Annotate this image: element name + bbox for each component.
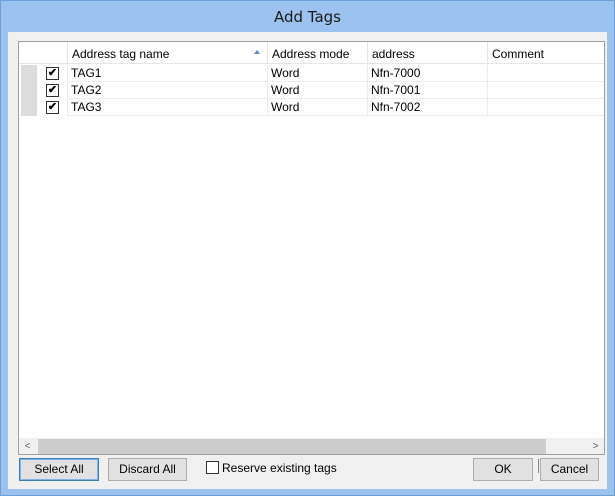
column-header-mode[interactable]: Address mode — [267, 42, 367, 64]
dialog-body: Address tag name Address mode address Co… — [8, 32, 607, 489]
column-header-comment[interactable]: Comment — [487, 42, 604, 64]
add-tags-dialog: Add Tags Address tag name Address mode a… — [0, 0, 615, 496]
column-header-address[interactable]: address — [367, 42, 487, 64]
grid-header: Address tag name Address mode address Co… — [19, 42, 604, 64]
reserve-checkbox-box[interactable] — [206, 461, 219, 474]
cell-address[interactable]: Nfn-7001 — [367, 82, 487, 99]
column-header-name-label: Address tag name — [72, 47, 170, 61]
dialog-title: Add Tags — [273, 8, 342, 26]
cell-tag-name[interactable]: TAG2 — [67, 82, 267, 99]
cell-address[interactable]: Nfn-7002 — [367, 99, 487, 116]
table-row[interactable]: ✔ TAG3 Word Nfn-7002 — [19, 99, 604, 116]
row-checkbox-cell: ✔ — [37, 82, 67, 99]
row-checkbox[interactable]: ✔ — [46, 67, 59, 80]
cell-comment[interactable] — [487, 65, 604, 82]
cancel-button[interactable]: Cancel — [540, 458, 599, 481]
table-row[interactable]: ✔ TAG1 Word Nfn-7000 — [19, 65, 604, 82]
scrollbar-thumb[interactable] — [38, 439, 546, 454]
cell-address[interactable]: Nfn-7000 — [367, 65, 487, 82]
cell-address-mode[interactable]: Word — [267, 99, 367, 116]
button-separator — [538, 459, 539, 473]
scroll-left-icon[interactable]: < — [19, 438, 36, 454]
discard-all-button[interactable]: Discard All — [108, 458, 187, 481]
cell-address-mode[interactable]: Word — [267, 65, 367, 82]
horizontal-scrollbar[interactable]: < > — [19, 438, 604, 454]
scroll-right-icon[interactable]: > — [587, 438, 604, 454]
cell-address-mode[interactable]: Word — [267, 82, 367, 99]
ok-button[interactable]: OK — [473, 458, 533, 481]
row-checkbox[interactable]: ✔ — [46, 84, 59, 97]
reserve-checkbox-label: Reserve existing tags — [222, 461, 337, 475]
cell-comment[interactable] — [487, 99, 604, 116]
table-row[interactable]: ✔ TAG2 Word Nfn-7001 — [19, 82, 604, 99]
row-header[interactable] — [21, 82, 37, 99]
select-all-button[interactable]: Select All — [19, 458, 99, 481]
column-header-name[interactable]: Address tag name — [67, 42, 267, 64]
sort-ascending-icon — [254, 50, 260, 54]
cell-tag-name[interactable]: TAG3 — [67, 99, 267, 116]
row-header[interactable] — [21, 65, 37, 82]
row-checkbox[interactable]: ✔ — [46, 101, 59, 114]
tags-grid: Address tag name Address mode address Co… — [18, 41, 605, 455]
row-header[interactable] — [21, 99, 37, 116]
row-checkbox-cell: ✔ — [37, 99, 67, 116]
cell-tag-name[interactable]: TAG1 — [67, 65, 267, 82]
cell-comment[interactable] — [487, 82, 604, 99]
row-checkbox-cell: ✔ — [37, 65, 67, 82]
